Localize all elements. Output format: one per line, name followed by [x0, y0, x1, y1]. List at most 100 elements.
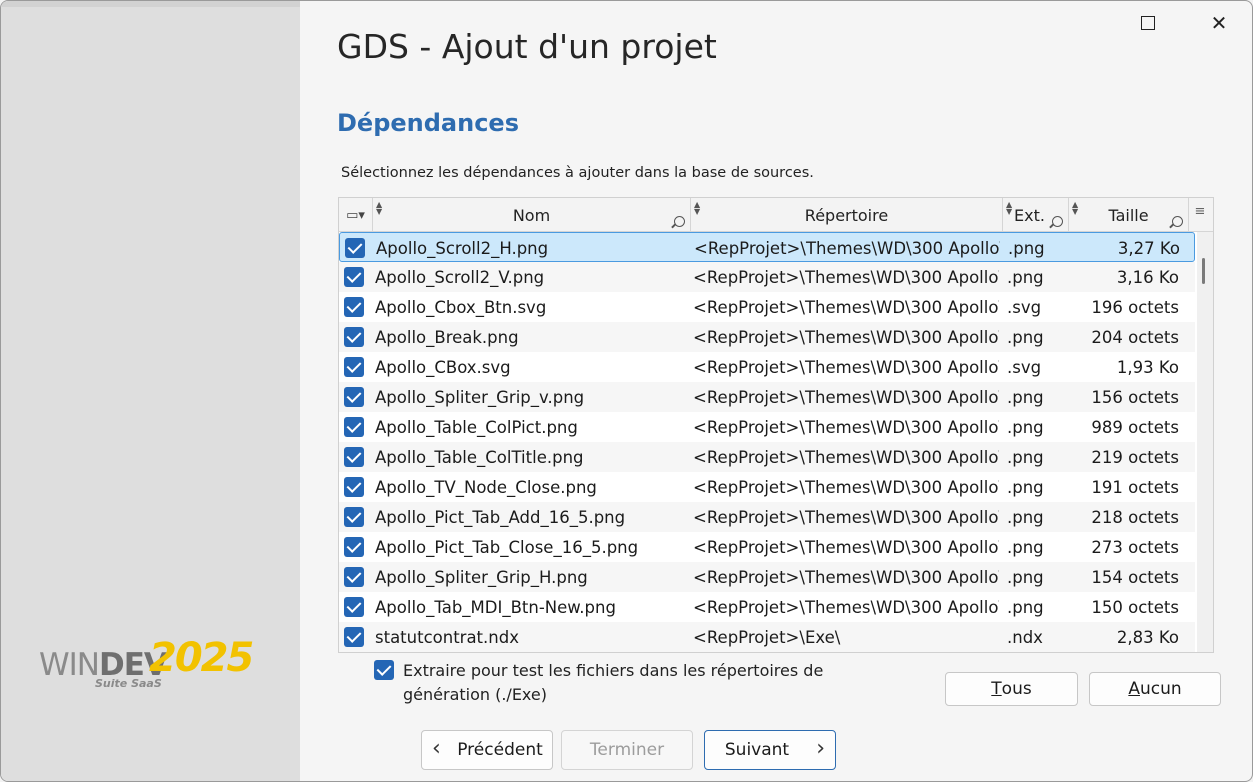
checkbox-checked-icon[interactable] — [344, 357, 364, 377]
cell-nom: Apollo_TV_Node_Close.png — [375, 477, 597, 497]
checkbox-checked-icon[interactable] — [344, 537, 364, 557]
terminer-label: Terminer — [589, 740, 665, 760]
row-checkbox[interactable] — [339, 592, 369, 622]
table-row[interactable]: Apollo_Spliter_Grip_H.png <RepProjet>\The… — [339, 562, 1195, 592]
checkbox-checked-icon[interactable] — [344, 387, 364, 407]
cell-taille: 1,93 Ko — [1116, 357, 1179, 377]
cell-nom: Apollo_Pict_Tab_Add_16_5.png — [375, 507, 626, 527]
checkbox-checked-icon[interactable] — [344, 417, 364, 437]
search-icon[interactable] — [674, 216, 685, 227]
row-checkbox[interactable] — [339, 532, 369, 562]
search-icon[interactable] — [1172, 216, 1183, 227]
section-title: Dépendances — [337, 109, 519, 137]
cell-repertoire: <RepProjet>\Themes\WD\300 Apollo\ — [693, 297, 999, 317]
tous-button[interactable]: Tous — [945, 672, 1078, 706]
dependencies-table: ▭▾ ▲ ▼ Nom ▲ ▼ Répertoire ▲ ▼ Ext. ▲ ▼ Taill… — [338, 197, 1214, 653]
table-row[interactable]: Apollo_Table_ColTitle.png <RepProjet>\The… — [339, 442, 1195, 472]
table-row[interactable]: Apollo_Pict_Tab_Add_16_5.png <RepProjet>\… — [339, 502, 1195, 532]
row-checkbox[interactable] — [339, 472, 369, 502]
maximize-button[interactable] — [1113, 1, 1183, 45]
row-checkbox[interactable] — [339, 412, 369, 442]
row-checkbox[interactable] — [339, 382, 369, 412]
suivant-button[interactable]: Suivant › — [704, 730, 836, 770]
aucun-label: ucun — [1139, 679, 1182, 699]
cell-nom: Apollo_Table_ColPict.png — [375, 417, 578, 437]
table-row[interactable]: Apollo_Tab_MDI_Btn-New.png <RepProjet>\Th… — [339, 592, 1195, 622]
close-button[interactable]: ✕ — [1184, 1, 1252, 45]
table-row[interactable]: Apollo_Cbox_Btn.svg <RepProjet>\Themes\WD… — [339, 292, 1195, 322]
terminer-button[interactable]: Terminer — [561, 730, 693, 770]
extract-checkbox[interactable] — [374, 660, 394, 680]
header-nom[interactable]: ▲ ▼ Nom — [373, 198, 691, 232]
cell-ext: .png — [1007, 387, 1044, 407]
cell-nom: Apollo_Cbox_Btn.svg — [375, 297, 547, 317]
cell-nom: Apollo_Break.png — [375, 327, 519, 347]
cell-taille: 154 octets — [1091, 567, 1179, 587]
table-header: ▭▾ ▲ ▼ Nom ▲ ▼ Répertoire ▲ ▼ Ext. ▲ ▼ Taill… — [339, 198, 1213, 232]
checkbox-checked-icon[interactable] — [344, 267, 364, 287]
cell-ext: .png — [1007, 477, 1044, 497]
logo-suite: Suite SaaS — [95, 677, 162, 690]
left-panel: WINDEV 2025 Suite SaaS — [1, 1, 300, 781]
cell-repertoire: <RepProjet>\Themes\WD\300 Apollo\ — [693, 567, 999, 587]
dialog-window: WINDEV 2025 Suite SaaS ✕ GDS - Ajout d'u… — [0, 0, 1253, 782]
table-row[interactable]: statutcontrat.ndx <RepProjet>\Exe\ .ndx 2,8… — [339, 622, 1195, 652]
table-row[interactable]: Apollo_Table_ColPict.png <RepProjet>\Them… — [339, 412, 1195, 442]
precedent-button[interactable]: ‹ Précédent — [421, 730, 553, 770]
header-check-column[interactable]: ▭▾ — [339, 198, 373, 232]
checkbox-checked-icon[interactable] — [344, 447, 364, 467]
checkbox-checked-icon[interactable] — [344, 567, 364, 587]
close-icon: ✕ — [1210, 11, 1228, 35]
checkbox-checked-icon[interactable] — [344, 627, 364, 647]
cell-taille: 218 octets — [1091, 507, 1179, 527]
row-checkbox[interactable] — [339, 622, 369, 652]
column-menu-icon[interactable]: ≡ — [1193, 205, 1207, 219]
checkbox-checked-icon[interactable] — [344, 507, 364, 527]
search-icon[interactable] — [1052, 216, 1063, 227]
cell-taille: 3,16 Ko — [1116, 267, 1179, 287]
table-row[interactable]: Apollo_CBox.svg <RepProjet>\Themes\WD\300… — [339, 352, 1195, 382]
table-body: Apollo_Scroll2_H.png <RepProjet>\Themes\W… — [339, 232, 1195, 652]
header-ext[interactable]: ▲ ▼ Ext. — [1003, 198, 1069, 232]
logo-year: 2025 — [149, 635, 254, 681]
cell-taille: 219 octets — [1091, 447, 1179, 467]
row-checkbox[interactable] — [339, 292, 369, 322]
clipboard-menu-icon: ▭▾ — [346, 207, 365, 223]
vertical-scrollbar[interactable] — [1197, 232, 1213, 652]
checkbox-checked-icon[interactable] — [344, 327, 364, 347]
table-row[interactable]: Apollo_TV_Node_Close.png <RepProjet>\Them… — [339, 472, 1195, 502]
scrollbar-thumb[interactable] — [1202, 258, 1205, 284]
table-row[interactable]: Apollo_Spliter_Grip_v.png <RepProjet>\The… — [339, 382, 1195, 412]
checkbox-checked-icon[interactable] — [345, 238, 365, 258]
cell-taille: 3,27 Ko — [1117, 238, 1180, 258]
table-row[interactable]: Apollo_Scroll2_V.png <RepProjet>\Themes\W… — [339, 262, 1195, 292]
checkbox-checked-icon[interactable] — [344, 477, 364, 497]
row-checkbox[interactable] — [339, 442, 369, 472]
header-taille[interactable]: ▲ ▼ Taille — [1069, 198, 1189, 232]
cell-ext: .png — [1007, 537, 1044, 557]
row-checkbox[interactable] — [339, 562, 369, 592]
cell-taille: 191 octets — [1091, 477, 1179, 497]
table-row[interactable]: Apollo_Pict_Tab_Close_16_5.png <RepProjet… — [339, 532, 1195, 562]
sort-icon: ▲ ▼ — [1072, 200, 1079, 216]
aucun-button[interactable]: Aucun — [1089, 672, 1221, 706]
row-checkbox[interactable] — [339, 352, 369, 382]
table-row[interactable]: Apollo_Scroll2_H.png <RepProjet>\Themes\W… — [339, 232, 1195, 262]
row-checkbox[interactable] — [339, 322, 369, 352]
cell-ext: .ndx — [1007, 627, 1043, 647]
tous-label: ous — [1001, 679, 1032, 699]
checkbox-checked-icon[interactable] — [344, 597, 364, 617]
cell-nom: Apollo_Table_ColTitle.png — [375, 447, 584, 467]
row-checkbox[interactable] — [340, 233, 370, 263]
header-repertoire[interactable]: ▲ ▼ Répertoire — [691, 198, 1003, 232]
dialog-title: GDS - Ajout d'un projet — [337, 27, 717, 66]
cell-nom: Apollo_Scroll2_V.png — [375, 267, 545, 287]
sort-icon: ▲ ▼ — [694, 200, 701, 216]
sort-icon: ▲ ▼ — [1006, 200, 1013, 216]
table-row[interactable]: Apollo_Break.png <RepProjet>\Themes\WD\30… — [339, 322, 1195, 352]
cell-ext: .svg — [1007, 357, 1042, 377]
checkbox-checked-icon[interactable] — [344, 297, 364, 317]
row-checkbox[interactable] — [339, 502, 369, 532]
row-checkbox[interactable] — [339, 262, 369, 292]
left-panel-top-strip — [1, 1, 300, 7]
